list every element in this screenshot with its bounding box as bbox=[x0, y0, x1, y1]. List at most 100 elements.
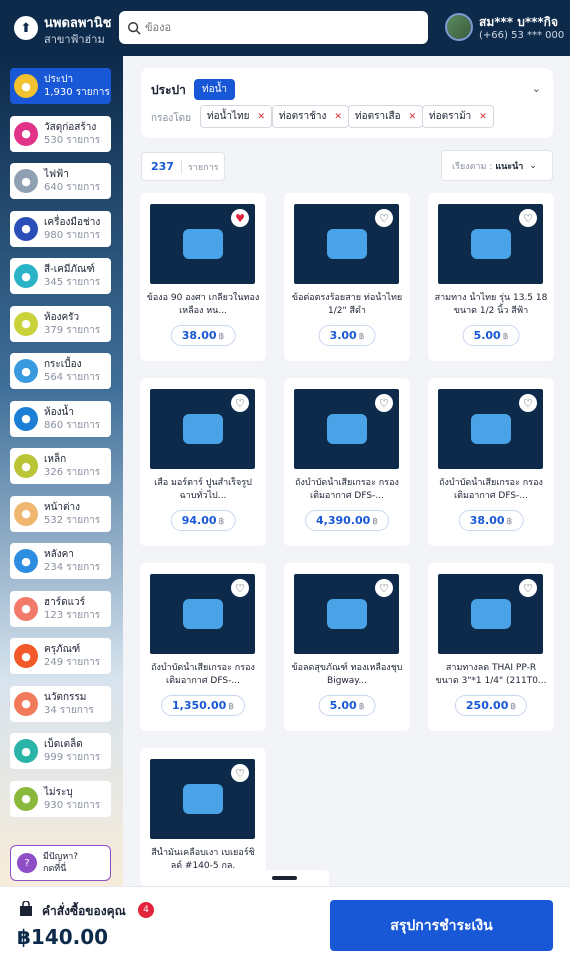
filter-chip[interactable]: ท่อตราช้าง ✕ bbox=[272, 105, 349, 128]
store-branch[interactable]: สาขาฟ้าฮ่าม bbox=[44, 30, 105, 48]
steel-icon: ● bbox=[14, 454, 38, 478]
heart-icon[interactable]: ♡ bbox=[231, 394, 249, 412]
product-title[interactable]: ข้องอ 90 องศา เกลียวในทองเหลือง หน... bbox=[146, 292, 260, 318]
sidebar-category-item[interactable]: ● ไฟฟ้า 640 รายการ bbox=[10, 163, 111, 199]
checkout-button[interactable]: สรุปการชำระเงิน bbox=[330, 900, 553, 951]
search-bar[interactable] bbox=[119, 11, 428, 44]
category-label: ห้องครัว bbox=[44, 311, 80, 323]
heart-icon[interactable]: ♡ bbox=[375, 209, 393, 227]
product-image[interactable]: ♡ bbox=[294, 389, 399, 469]
user-phone: (+66) 53 *** 000 bbox=[479, 30, 565, 41]
sidebar-category-item[interactable]: ● เหล็ก 326 รายการ bbox=[10, 448, 111, 484]
sidebar-category-item[interactable]: ● ครุภัณฑ์ 249 รายการ bbox=[10, 638, 111, 674]
sidebar-category-item[interactable]: ● ฮาร์ดแวร์ 123 รายการ bbox=[10, 590, 111, 627]
product-card[interactable]: ♡ ข้อต่อตรงร้อยสาย ท่อน้ำไทย 1/2" สีดำ 3.0… bbox=[284, 193, 410, 361]
filter-chip[interactable]: ท่อตราม้า ✕ bbox=[422, 105, 494, 128]
hardware-icon: ● bbox=[14, 596, 38, 621]
price-tag: 5.00 ฿ bbox=[462, 325, 520, 346]
sidebar-category-item[interactable]: ● กระเบื้อง 564 รายการ bbox=[10, 353, 111, 389]
category-label: ฮาร์ดแวร์ bbox=[44, 596, 86, 608]
product-title[interactable]: ถังบำบัดน้ำเสียเกรอะ กรองเติมอากาศ DFS-.… bbox=[290, 477, 404, 503]
filter-chip[interactable]: ท่อน้ำไทย ✕ bbox=[200, 105, 273, 128]
product-image[interactable]: ♡ bbox=[150, 389, 255, 469]
product-card[interactable]: ♡ ถังบำบัดน้ำเสียเกรอะ กรองเติมอากาศ DFS-… bbox=[428, 378, 554, 546]
category-label: หน้าต่าง bbox=[44, 501, 81, 513]
category-count: 34 รายการ bbox=[44, 704, 94, 716]
product-title[interactable]: เสือ มอร์ตาร์ ปูนสำเร็จรูปฉาบทั่วไป... bbox=[146, 477, 260, 503]
help-button[interactable]: ? มีปัญหา? กดที่นี่ bbox=[10, 845, 111, 881]
drag-handle[interactable] bbox=[240, 870, 329, 886]
product-card[interactable]: ♡ สีน้ำมันเคลือบเงา เบเยอร์ชิลด์ #140-5 ก… bbox=[140, 748, 266, 886]
product-title[interactable]: ข้อลดสุขภัณฑ์ ทองเหลืองชุบ Bigway... bbox=[290, 662, 404, 688]
product-card[interactable]: ♡ ถังบำบัดน้ำเสียเกรอะ กรองเติมอากาศ DFS-… bbox=[284, 378, 410, 546]
product-title[interactable]: สามทางลด THAI PP-R ขนาด 3"*1 1/4" (211T0… bbox=[434, 662, 548, 688]
app-header: ⬆ นพดลพานิช สาขาฟ้าฮ่าม สม*** บ***กิจ (+… bbox=[0, 0, 570, 56]
sidebar-category-item[interactable]: ● ไม่ระบุ 930 รายการ bbox=[10, 780, 111, 817]
category-label: เบ็ดเตล็ด bbox=[44, 739, 83, 750]
product-image[interactable]: ♡ bbox=[150, 759, 255, 839]
category-count: 123 รายการ bbox=[44, 609, 101, 621]
chevron-down-icon: ⌄ bbox=[529, 160, 537, 171]
filter-category-title: ประปา bbox=[151, 83, 186, 97]
category-count: 860 รายการ bbox=[44, 419, 101, 431]
heart-icon[interactable]: ♡ bbox=[375, 579, 393, 597]
product-image[interactable]: ♡ bbox=[294, 574, 399, 654]
innovation-icon: ● bbox=[14, 691, 38, 716]
category-label: ไม่ระบุ bbox=[44, 786, 73, 798]
sidebar-category-item[interactable]: ● วัสดุก่อสร้าง 530 รายการ bbox=[10, 115, 111, 152]
sidebar-category-item[interactable]: ● หลังคา 234 รายการ bbox=[10, 543, 111, 579]
sort-dropdown[interactable]: เรียงตาม : แนะนำ ⌄ bbox=[441, 150, 553, 181]
product-image[interactable]: ♥ bbox=[150, 204, 255, 284]
heart-icon[interactable]: ♡ bbox=[519, 394, 537, 412]
tee-pipe-icon bbox=[470, 229, 511, 259]
price-tag: 1,350.00 ฿ bbox=[160, 695, 246, 716]
hard-hat-icon: ● bbox=[14, 121, 38, 146]
filter-chip[interactable]: ท่อตราเสือ ✕ bbox=[348, 105, 424, 128]
product-card[interactable]: ♥ ข้องอ 90 องศา เกลียวในทองเหลือง หน... 38… bbox=[140, 193, 266, 361]
sidebar-category-item[interactable]: ● เบ็ดเตล็ด 999 รายการ bbox=[10, 733, 111, 769]
heart-icon[interactable]: ♡ bbox=[519, 209, 537, 227]
product-image[interactable]: ♡ bbox=[294, 204, 399, 284]
category-count: 234 รายการ bbox=[44, 562, 101, 573]
product-image[interactable]: ♡ bbox=[438, 574, 543, 654]
product-title[interactable]: ข้อต่อตรงร้อยสาย ท่อน้ำไทย 1/2" สีดำ bbox=[290, 292, 404, 318]
product-title[interactable]: สามทาง น้ำไทย รุ่น 13.5 18 ขนาด 1/2 นิ้ว… bbox=[434, 292, 548, 318]
kitchen-icon: ● bbox=[14, 311, 38, 336]
remove-chip-icon[interactable]: ✕ bbox=[258, 112, 266, 122]
product-card[interactable]: ♡ ถังบำบัดน้ำเสียเกรอะ กรองเติมอากาศ DFS-… bbox=[140, 563, 266, 731]
category-count: 532 รายการ bbox=[44, 514, 101, 526]
search-input[interactable] bbox=[145, 21, 415, 34]
sidebar-category-item[interactable]: ● ห้องน้ำ 860 รายการ bbox=[10, 400, 111, 437]
heart-icon[interactable]: ♥ bbox=[231, 209, 249, 227]
product-image[interactable]: ♡ bbox=[438, 204, 543, 284]
remove-chip-icon[interactable]: ✕ bbox=[334, 112, 342, 122]
product-title[interactable]: ถังบำบัดน้ำเสียเกรอะ กรองเติมอากาศ DFS-.… bbox=[146, 662, 260, 688]
product-image[interactable]: ♡ bbox=[150, 574, 255, 654]
product-card[interactable]: ♡ สามทางลด THAI PP-R ขนาด 3"*1 1/4" (211T… bbox=[428, 563, 554, 731]
subcategory-pill[interactable]: ท่อน้ำ bbox=[194, 79, 236, 100]
sidebar-category-item[interactable]: ● สี-เคมีภัณฑ์ 345 รายการ bbox=[10, 258, 111, 294]
sidebar-category-item[interactable]: ● ห้องครัว 379 รายการ bbox=[10, 305, 111, 342]
coupling-icon bbox=[326, 229, 367, 259]
remove-chip-icon[interactable]: ✕ bbox=[479, 112, 487, 122]
product-card[interactable]: ♡ ข้อลดสุขภัณฑ์ ทองเหลืองชุบ Bigway... 5.0… bbox=[284, 563, 410, 731]
price-tag: 38.00 ฿ bbox=[458, 510, 524, 531]
product-card[interactable]: ♡ เสือ มอร์ตาร์ ปูนสำเร็จรูปฉาบทั่วไป... 9… bbox=[140, 378, 266, 546]
heart-icon[interactable]: ♡ bbox=[519, 579, 537, 597]
heart-icon[interactable]: ♡ bbox=[375, 394, 393, 412]
sidebar-category-item[interactable]: ● เครื่องมือช่าง 980 รายการ bbox=[10, 210, 111, 247]
category-count: 930 รายการ bbox=[44, 799, 101, 811]
product-title[interactable]: ถังบำบัดน้ำเสียเกรอะ กรองเติมอากาศ DFS-.… bbox=[434, 477, 548, 503]
product-card[interactable]: ♡ สามทาง น้ำไทย รุ่น 13.5 18 ขนาด 1/2 นิ้… bbox=[428, 193, 554, 361]
heart-icon[interactable]: ♡ bbox=[231, 764, 249, 782]
avatar[interactable] bbox=[445, 13, 473, 41]
order-label[interactable]: คำสั่งซื้อของคุณ bbox=[42, 902, 126, 921]
chevron-down-icon[interactable]: ⌄ bbox=[532, 82, 541, 95]
sidebar-category-item[interactable]: ● ประปา 1,930 รายการ bbox=[10, 68, 111, 104]
heart-icon[interactable]: ♡ bbox=[231, 579, 249, 597]
sidebar-category-item[interactable]: ● นวัตกรรม 34 รายการ bbox=[10, 685, 111, 722]
category-count: 999 รายการ bbox=[44, 752, 101, 763]
product-image[interactable]: ♡ bbox=[438, 389, 543, 469]
remove-chip-icon[interactable]: ✕ bbox=[409, 112, 417, 122]
sidebar-category-item[interactable]: ● หน้าต่าง 532 รายการ bbox=[10, 495, 111, 532]
